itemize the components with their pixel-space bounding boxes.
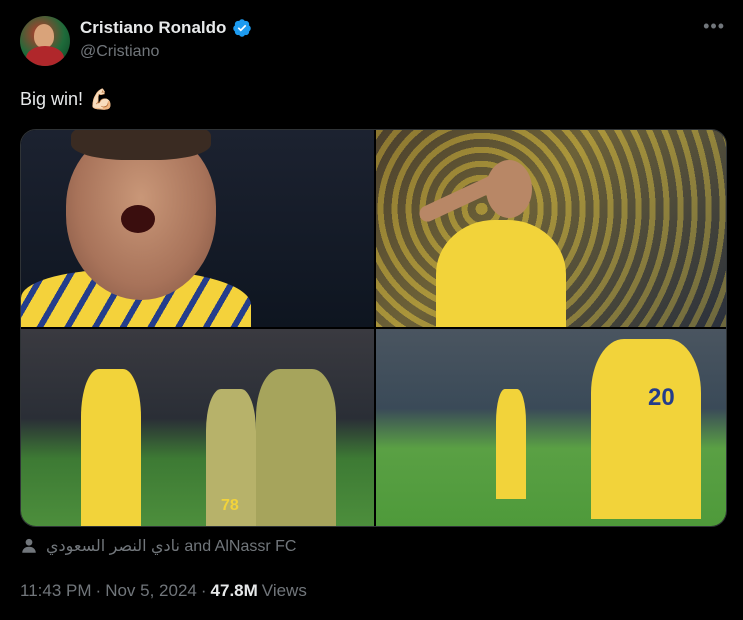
views-label: Views: [261, 581, 307, 600]
meta-separator: ·: [200, 581, 207, 600]
photo-2-head: [486, 160, 532, 218]
tweet-text-content: Big win!: [20, 89, 84, 109]
photo-4-player-1: [496, 389, 526, 499]
author-name-row: Cristiano Ronaldo: [80, 18, 252, 38]
tweet-meta: 11:43 PM · Nov 5, 2024 · 47.8M Views: [20, 581, 307, 601]
meta-separator: ·: [95, 581, 102, 600]
flexed-biceps-emoji: 💪🏻: [89, 88, 114, 111]
tweet-time[interactable]: 11:43 PM: [20, 581, 92, 601]
person-tag-icon: [22, 538, 36, 553]
tweet-text: Big win! 💪🏻: [20, 89, 114, 110]
photo-3-player-1: [81, 369, 141, 526]
tagged-users-label[interactable]: نادي النصر السعودي and AlNassr FC: [46, 536, 296, 556]
avatar[interactable]: [20, 16, 70, 66]
tweet-date[interactable]: Nov 5, 2024: [105, 581, 197, 601]
author-display-name[interactable]: Cristiano Ronaldo: [80, 18, 226, 38]
more-icon[interactable]: •••: [703, 16, 725, 36]
author-handle[interactable]: @Cristiano: [80, 43, 159, 61]
media-grid: 78 20: [20, 129, 727, 527]
tagged-users[interactable]: نادي النصر السعودي and AlNassr FC: [20, 536, 296, 556]
photo-4-jersey-number: 20: [648, 384, 675, 411]
photo-1-hair: [71, 130, 211, 160]
photo-3-jersey-number: 78: [221, 497, 239, 514]
photo-3[interactable]: 78: [21, 329, 374, 526]
photo-1-mouth: [121, 205, 155, 233]
views-count: 47.8M: [210, 581, 258, 600]
photo-4-player-group: [591, 339, 701, 519]
photo-3-player-3: [256, 369, 336, 526]
photo-4[interactable]: 20: [376, 329, 726, 526]
verified-badge-icon[interactable]: [232, 18, 252, 38]
photo-2[interactable]: [376, 130, 726, 327]
photo-1[interactable]: [21, 130, 374, 327]
photo-2-player: [436, 220, 566, 327]
